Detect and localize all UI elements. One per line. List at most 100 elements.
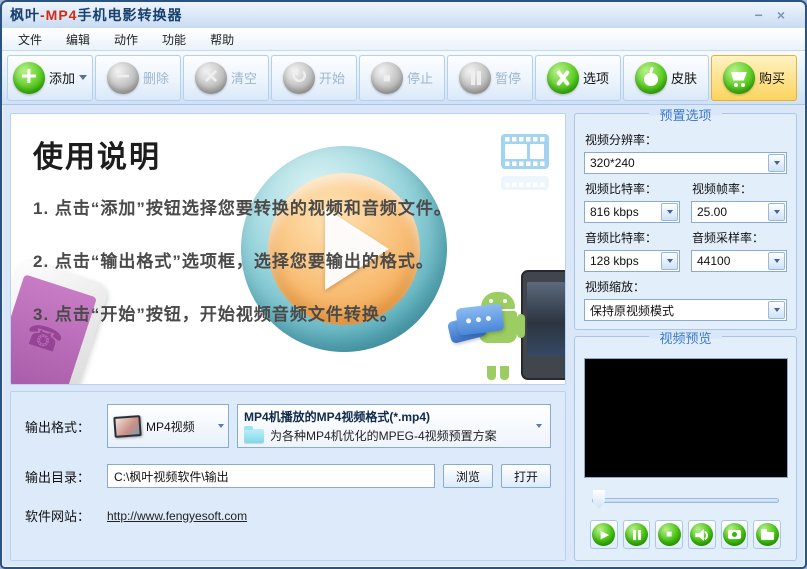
preset-options-header: 预置选项	[584, 105, 787, 125]
title-text-rest: 手机电影转换器	[77, 7, 183, 23]
toolbar-button-stop-label: 停止	[406, 71, 433, 86]
preset-profile-text: MP4机播放的MP4视频格式(*.mp4) 为各种MP4机优化的MPEG-4视频…	[244, 408, 532, 444]
output-format-value: MP4视频	[146, 419, 195, 434]
toolbar-button-stop[interactable]: 停止	[359, 54, 445, 101]
preview-snapshot-button[interactable]	[720, 520, 749, 549]
android-leg	[500, 366, 509, 380]
speaker-icon	[690, 523, 714, 546]
instructions-panel: 使用说明 1. 点击“添加”按钮选择您要转换的视频和音频文件。 2. 点击“输出…	[10, 113, 566, 385]
chevron-down-icon	[79, 75, 87, 84]
film-strip-icon	[501, 134, 549, 190]
instruction-step-2: 2. 点击“输出格式”选项框，选择您要输出的格式。	[33, 252, 434, 271]
framerate-value: 25.00	[697, 205, 728, 219]
resolution-value: 320*240	[590, 156, 635, 170]
pause-icon	[625, 523, 648, 546]
menu-item-help[interactable]: 帮助	[198, 28, 246, 51]
output-format-select[interactable]: MP4视频	[107, 404, 229, 448]
toolbar-button-start[interactable]: 开始	[271, 54, 357, 101]
video-bitrate-select[interactable]: 816 kbps	[584, 201, 680, 223]
preview-pause-button[interactable]	[622, 520, 651, 549]
toolbar-button-options[interactable]: 选项	[535, 54, 621, 101]
video-bitrate-value: 816 kbps	[590, 205, 639, 219]
folder-icon	[244, 425, 264, 443]
toolbar-button-clear-label: 清空	[230, 71, 257, 86]
toolbar-button-start-label: 开始	[318, 71, 345, 86]
toolbar-button-clear[interactable]: 清空	[183, 54, 269, 101]
toolbar-button-options-label: 选项	[582, 71, 609, 86]
browse-button[interactable]: 浏览	[443, 464, 493, 488]
instruction-step-3: 3. 点击“开始”按钮，开始视频音频文件转换。	[33, 305, 398, 324]
video-preview-screen	[584, 358, 788, 478]
menu-item-edit[interactable]: 编辑	[54, 28, 102, 51]
toolbar-button-pause[interactable]: 暂停	[447, 54, 533, 101]
android-phone	[521, 270, 565, 380]
output-format-row: 输出格式： MP4视频 MP4机播放的MP4视频格式(*.mp4) 为各种MP4…	[25, 404, 551, 448]
preset-profile-title: MP4机播放的MP4视频格式(*.mp4)	[244, 410, 431, 424]
preset-profile-desc: 为各种MP4机优化的MPEG-4视频预置方案	[270, 429, 497, 443]
toolbar-button-add-label: 添加	[48, 71, 75, 86]
tools-icon	[546, 61, 579, 94]
chevron-down-icon[interactable]	[768, 301, 785, 319]
android-leg	[487, 366, 496, 380]
resolution-select[interactable]: 320*240	[584, 152, 787, 174]
slider-thumb[interactable]	[593, 490, 605, 509]
app-window: 枫叶-MP4手机电影转换器 − × 文件 编辑 动作 功能 帮助 添加 删除 清…	[0, 0, 807, 569]
plus-icon	[12, 59, 45, 94]
decorative-android-image	[446, 270, 565, 382]
samplerate-select[interactable]: 44100	[691, 250, 787, 272]
audio-bitrate-select[interactable]: 128 kbps	[584, 250, 680, 272]
apple-icon	[634, 61, 667, 94]
title-text-main: 枫叶	[10, 7, 40, 23]
photo-frame-icon	[113, 414, 142, 438]
output-format-label: 输出格式：	[25, 419, 91, 435]
preset-options-title: 预置选项	[649, 108, 722, 123]
toolbar-button-add[interactable]: 添加	[7, 54, 93, 101]
chevron-down-icon[interactable]	[768, 154, 785, 172]
preset-options-panel: 预置选项 视频分辨率： 320*240 视频比特率： 816 kbps 视频帧率…	[574, 108, 797, 330]
output-settings-panel: 输出格式： MP4视频 MP4机播放的MP4视频格式(*.mp4) 为各种MP4…	[10, 391, 566, 561]
preview-folder-button[interactable]	[753, 520, 782, 549]
resolution-label: 视频分辨率：	[585, 133, 658, 147]
cart-icon	[722, 61, 755, 94]
instructions-heading: 使用说明	[33, 141, 161, 174]
chevron-down-icon[interactable]	[661, 252, 678, 270]
website-row: 软件网站： http://www.fengyesoft.com	[25, 506, 551, 525]
samplerate-label: 音频采样率：	[692, 231, 765, 245]
toolbar: 添加 删除 清空 开始 停止 暂停 选项 皮肤	[2, 51, 805, 105]
video-scale-select[interactable]: 保持原视频模式	[584, 299, 787, 321]
preview-seek-slider[interactable]	[592, 490, 779, 510]
titlebar[interactable]: 枫叶-MP4手机电影转换器 − ×	[2, 2, 805, 28]
toolbar-button-delete[interactable]: 删除	[95, 54, 181, 101]
chevron-down-icon[interactable]	[768, 252, 785, 270]
preview-volume-button[interactable]	[688, 520, 716, 549]
open-button[interactable]: 打开	[501, 464, 551, 488]
preview-stop-button[interactable]	[655, 520, 684, 549]
chevron-down-icon[interactable]	[661, 203, 678, 221]
chevron-down-icon[interactable]	[768, 203, 785, 221]
toolbar-button-skin[interactable]: 皮肤	[623, 54, 709, 101]
chevron-down-icon	[214, 421, 228, 431]
folder-icon	[755, 523, 779, 546]
stop-icon	[657, 523, 681, 546]
video-preview-header: 视频预览	[584, 328, 787, 348]
toolbar-button-delete-label: 删除	[142, 71, 169, 86]
samplerate-value: 44100	[697, 254, 731, 268]
output-directory-input[interactable]	[107, 464, 435, 488]
preview-controls	[590, 520, 782, 549]
framerate-select[interactable]: 25.00	[691, 201, 787, 223]
pause-icon	[458, 61, 491, 94]
menu-item-file[interactable]: 文件	[6, 28, 54, 51]
menu-item-function[interactable]: 功能	[150, 28, 198, 51]
preset-profile-select[interactable]: MP4机播放的MP4视频格式(*.mp4) 为各种MP4机优化的MPEG-4视频…	[237, 404, 551, 448]
close-button[interactable]: ×	[777, 8, 785, 22]
website-label: 软件网站：	[25, 509, 91, 524]
minimize-button[interactable]: −	[755, 8, 763, 22]
stop-icon	[370, 61, 403, 94]
website-link[interactable]: http://www.fengyesoft.com	[107, 509, 247, 523]
menu-item-action[interactable]: 动作	[102, 28, 150, 51]
right-column: 预置选项 视频分辨率： 320*240 视频比特率： 816 kbps 视频帧率…	[574, 108, 797, 561]
instruction-step-1: 1. 点击“添加”按钮选择您要转换的视频和音频文件。	[33, 199, 452, 218]
preview-play-button[interactable]	[590, 520, 618, 549]
video-preview-panel: 视频预览	[574, 331, 797, 561]
toolbar-button-buy[interactable]: 购买	[711, 54, 797, 101]
